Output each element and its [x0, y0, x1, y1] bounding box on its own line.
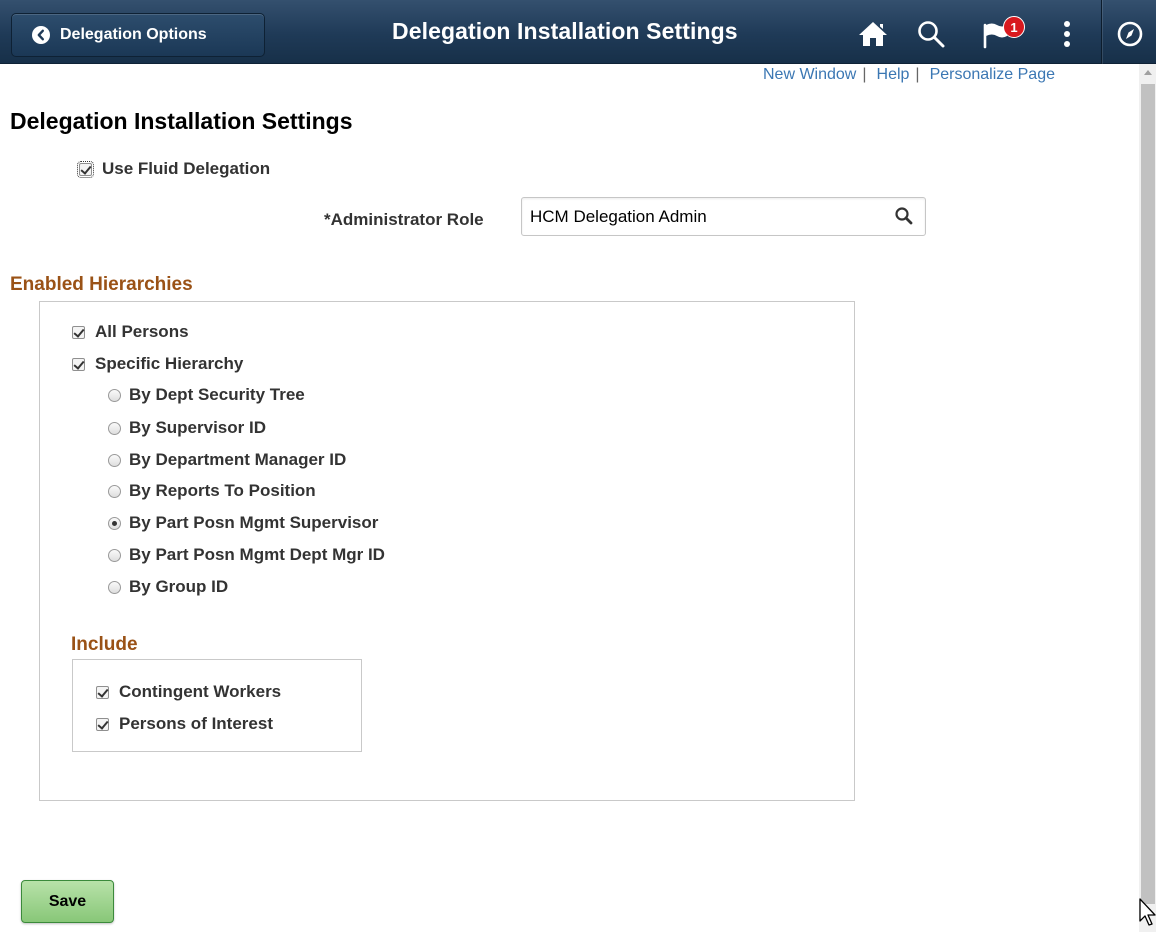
- back-button[interactable]: Delegation Options: [11, 13, 265, 57]
- home-icon[interactable]: [853, 14, 893, 54]
- hierarchy-option-label: By Reports To Position: [129, 481, 316, 500]
- hierarchy-option-label: By Dept Security Tree: [129, 385, 305, 404]
- persons-of-interest-checkbox[interactable]: [96, 717, 109, 731]
- hierarchy-option-label: By Part Posn Mgmt Dept Mgr ID: [129, 545, 385, 564]
- personalize-page-link[interactable]: Personalize Page: [930, 66, 1055, 84]
- header-divider: [1101, 0, 1102, 64]
- mouse-cursor-icon: [1139, 898, 1156, 926]
- include-heading: Include: [71, 634, 138, 655]
- persons-of-interest-row[interactable]: Persons of Interest: [96, 714, 273, 734]
- hierarchy-radio[interactable]: [108, 484, 121, 498]
- back-button-label: Delegation Options: [60, 26, 207, 43]
- help-link[interactable]: Help: [877, 66, 910, 84]
- specific-hierarchy-row[interactable]: Specific Hierarchy: [72, 354, 243, 374]
- hierarchy-option[interactable]: By Part Posn Mgmt Dept Mgr ID: [108, 545, 385, 565]
- contingent-workers-row[interactable]: Contingent Workers: [96, 682, 281, 702]
- hierarchy-radio[interactable]: [108, 580, 121, 594]
- persons-of-interest-label: Persons of Interest: [119, 714, 273, 733]
- hierarchy-option[interactable]: By Group ID: [108, 577, 228, 597]
- hierarchy-option-selected[interactable]: By Part Posn Mgmt Supervisor: [108, 513, 378, 533]
- hierarchy-option[interactable]: By Reports To Position: [108, 481, 316, 501]
- navbar-compass-icon[interactable]: [1110, 14, 1150, 54]
- lookup-search-icon[interactable]: [894, 206, 914, 226]
- chevron-left-icon: [32, 26, 50, 44]
- specific-hierarchy-label: Specific Hierarchy: [95, 354, 244, 373]
- page-title: Delegation Installation Settings: [10, 108, 353, 134]
- hierarchy-radio[interactable]: [108, 453, 121, 467]
- hierarchy-option-label: By Group ID: [129, 577, 229, 596]
- contingent-workers-checkbox[interactable]: [96, 685, 109, 699]
- administrator-role-label: *Administrator Role: [324, 210, 484, 229]
- hierarchy-option[interactable]: By Supervisor ID: [108, 418, 266, 438]
- use-fluid-delegation-checkbox[interactable]: [77, 160, 94, 178]
- header-title: Delegation Installation Settings: [392, 18, 738, 44]
- include-box: [72, 659, 362, 752]
- scrollbar-thumb[interactable]: [1141, 84, 1155, 904]
- hierarchy-option-label: By Part Posn Mgmt Supervisor: [129, 513, 379, 532]
- new-window-link[interactable]: New Window: [763, 66, 856, 84]
- hierarchy-radio[interactable]: [108, 548, 121, 562]
- all-persons-row[interactable]: All Persons: [72, 322, 189, 342]
- hierarchy-radio[interactable]: [108, 388, 121, 402]
- hierarchy-option-label: By Supervisor ID: [129, 418, 266, 437]
- scroll-up-arrow-icon[interactable]: [1144, 70, 1152, 75]
- use-fluid-delegation-label: Use Fluid Delegation: [102, 159, 271, 178]
- hierarchy-radio[interactable]: [108, 421, 121, 435]
- page-links: New Window | Help | Personalize Page: [763, 66, 1055, 84]
- all-persons-checkbox[interactable]: [72, 325, 85, 339]
- save-button[interactable]: Save: [21, 880, 114, 923]
- header-bar: Delegation Options Delegation Installati…: [0, 0, 1156, 64]
- contingent-workers-label: Contingent Workers: [119, 682, 282, 701]
- notification-badge: 1: [1003, 16, 1025, 38]
- all-persons-label: All Persons: [95, 322, 189, 341]
- hierarchy-radio-selected[interactable]: [108, 516, 121, 530]
- hierarchy-option[interactable]: By Department Manager ID: [108, 450, 346, 470]
- search-icon[interactable]: [911, 14, 951, 54]
- enabled-hierarchies-heading: Enabled Hierarchies: [10, 274, 193, 295]
- administrator-role-input[interactable]: HCM Delegation Admin: [521, 197, 926, 236]
- specific-hierarchy-checkbox[interactable]: [72, 357, 85, 371]
- more-options-icon[interactable]: [1047, 14, 1087, 54]
- use-fluid-delegation-row[interactable]: Use Fluid Delegation: [77, 159, 271, 179]
- hierarchy-option[interactable]: By Dept Security Tree: [108, 385, 305, 405]
- hierarchy-option-label: By Department Manager ID: [129, 450, 347, 469]
